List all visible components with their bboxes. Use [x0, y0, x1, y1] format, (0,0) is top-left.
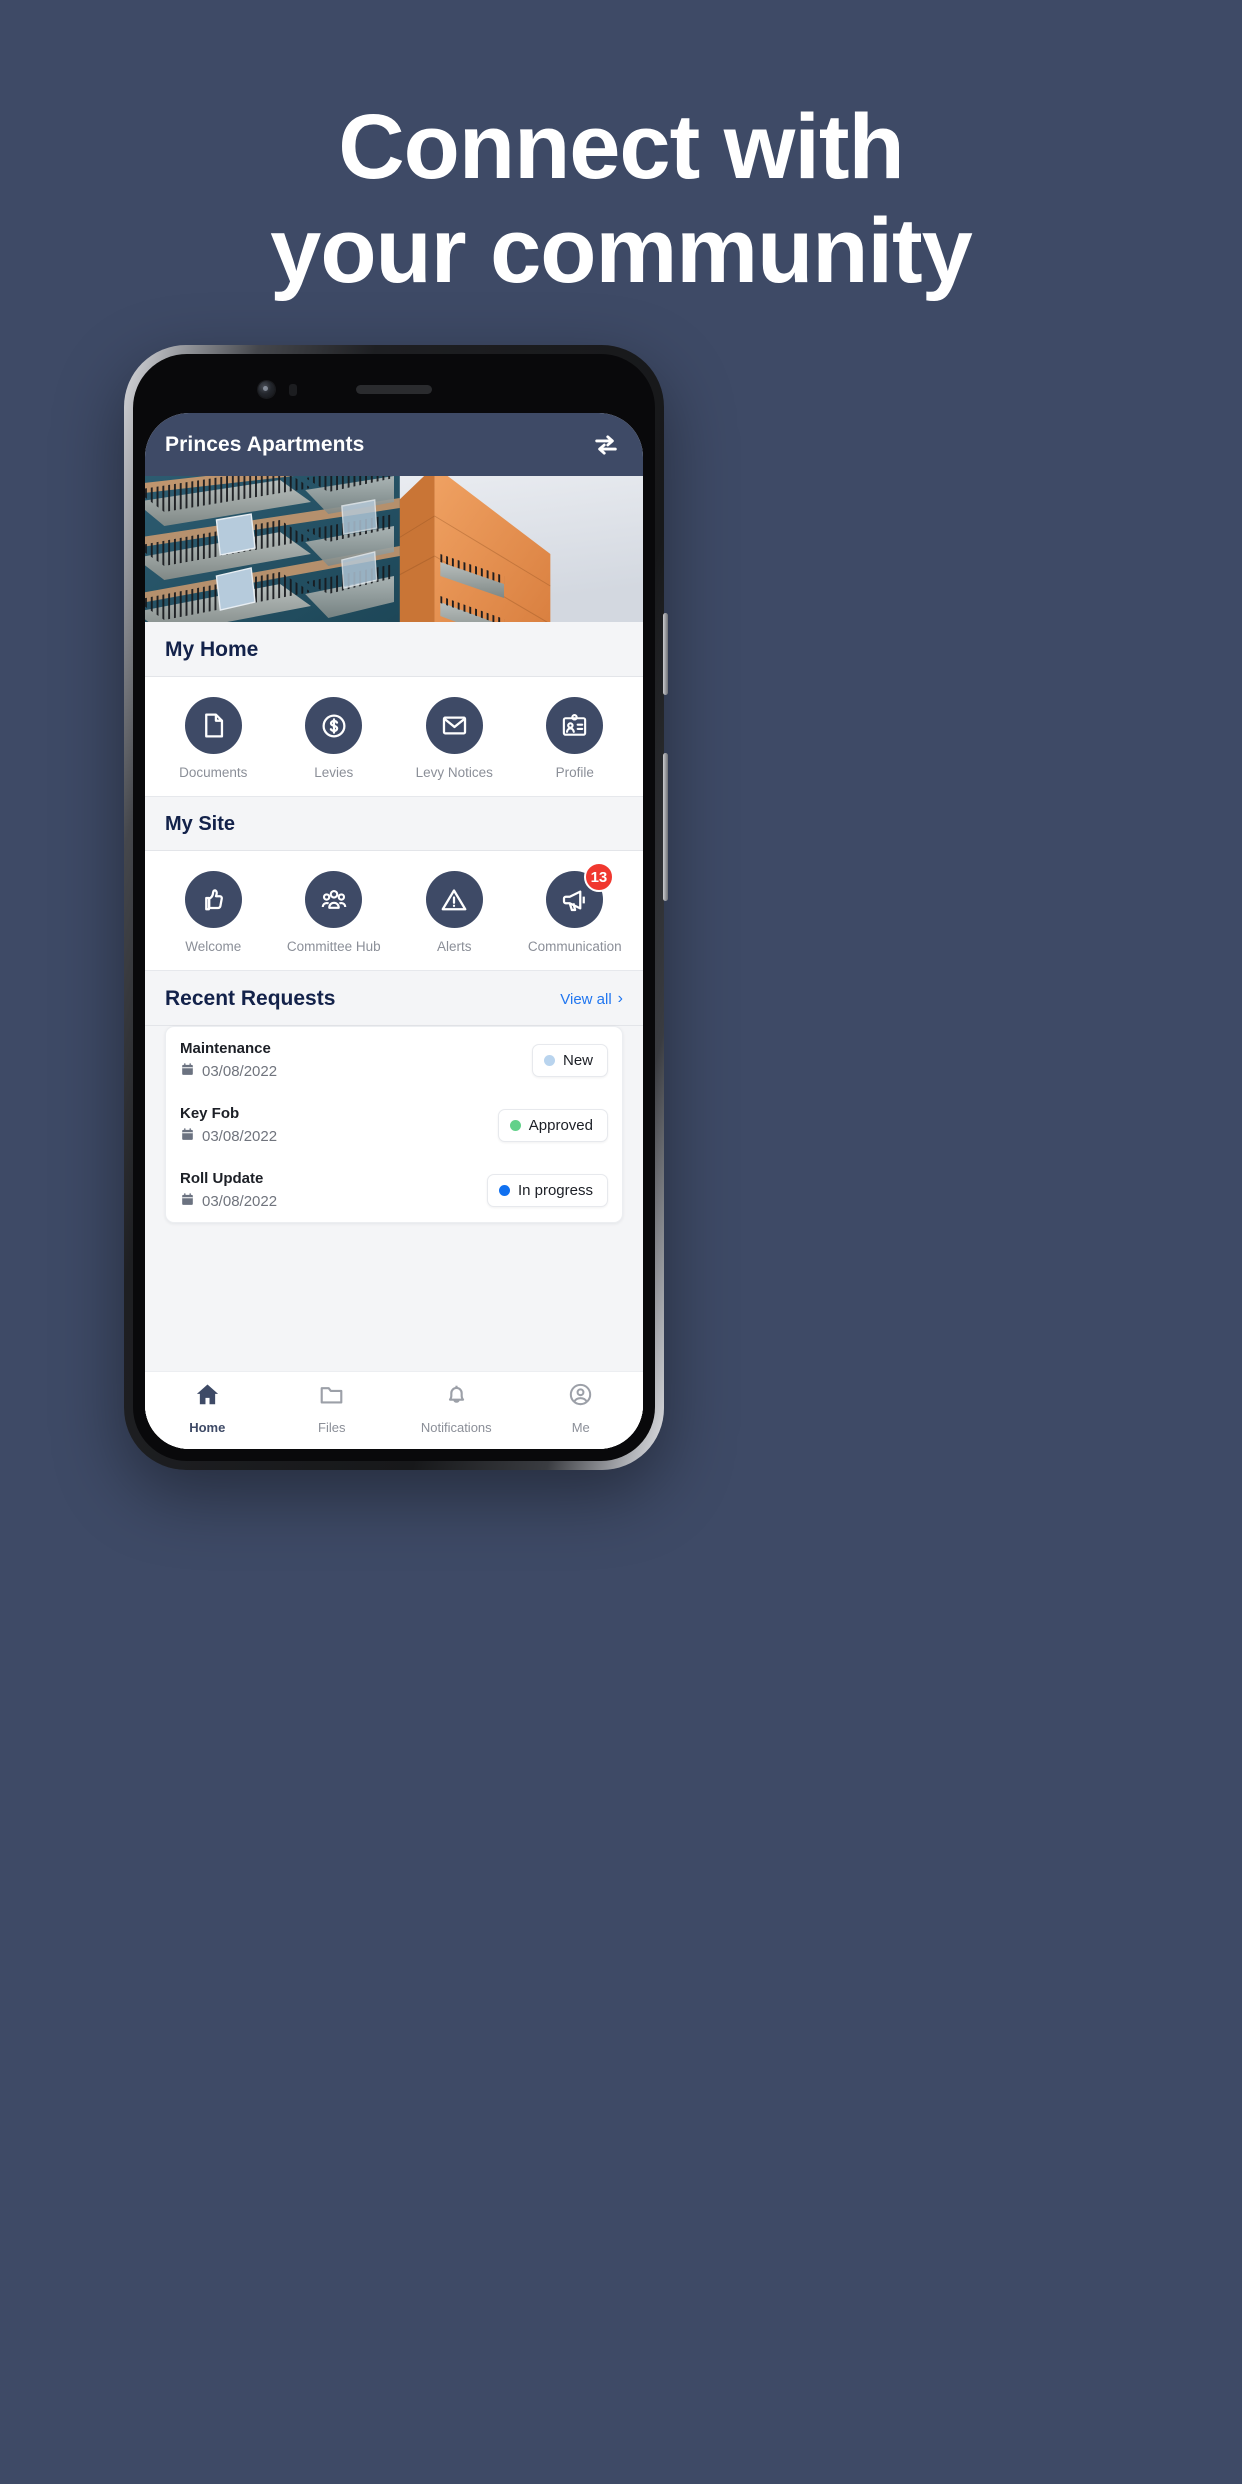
status-badge[interactable]: New: [531, 1044, 608, 1077]
proximity-sensor-icon: [289, 384, 297, 396]
people-group-icon: [305, 871, 363, 928]
nav-item-me[interactable]: Me: [519, 1381, 644, 1435]
app-header: Princes Apartments: [145, 413, 643, 476]
request-date-text: 03/08/2022: [202, 1193, 278, 1210]
warning-triangle-icon: [425, 871, 483, 928]
status-label: New: [562, 1052, 593, 1069]
dollar-coin-icon: [305, 697, 363, 754]
app-title: Princes Apartments: [165, 432, 365, 456]
power-button[interactable]: [663, 753, 668, 901]
notification-badge: 13: [583, 862, 615, 892]
tile-profile[interactable]: Profile: [515, 697, 636, 780]
nav-item-notifications[interactable]: Notifications: [394, 1381, 519, 1435]
request-title: Maintenance: [180, 1040, 271, 1057]
folder-icon: [318, 1381, 345, 1413]
recent-requests-card: Maintenance 03/08/2022 New Key Fob 03/08…: [165, 1026, 623, 1223]
promo-heading-line-1: Connect with: [338, 96, 905, 198]
section-title: My Site: [165, 813, 236, 835]
section-header-recent-requests: Recent Requests View all ›: [145, 971, 643, 1026]
calendar-icon: [180, 1192, 195, 1211]
nav-item-files[interactable]: Files: [270, 1381, 395, 1435]
tile-welcome[interactable]: Welcome: [153, 871, 274, 954]
request-row[interactable]: Roll Update 03/08/2022 In progress: [166, 1157, 622, 1222]
status-label: In progress: [517, 1182, 593, 1199]
section-title: My Home: [165, 638, 259, 661]
tile-label: Welcome: [185, 939, 242, 954]
thumbs-up-icon: [184, 871, 242, 928]
person-circle-icon: [567, 1381, 594, 1413]
request-date: 03/08/2022: [180, 1127, 277, 1146]
request-date-text: 03/08/2022: [202, 1128, 278, 1145]
status-dot: [543, 1055, 555, 1066]
nav-item-home[interactable]: Home: [145, 1381, 270, 1435]
request-date: 03/08/2022: [180, 1062, 277, 1081]
tile-levy-notices[interactable]: Levy Notices: [394, 697, 515, 780]
nav-label: Me: [571, 1419, 590, 1435]
volume-button[interactable]: [663, 613, 668, 695]
chevron-right-icon: ›: [617, 990, 623, 1007]
phone-bezel: Princes Apartments My Home Documents Lev…: [133, 354, 655, 1461]
tile-communication[interactable]: 13 Communication: [515, 862, 636, 954]
tile-alerts[interactable]: Alerts: [394, 871, 515, 954]
tile-label: Alerts: [436, 939, 472, 954]
section-header-my-site: My Site: [145, 797, 643, 851]
tile-label: Communication: [527, 939, 622, 954]
request-title: Roll Update: [180, 1170, 264, 1187]
bottom-navigation: Home Files Notifications Me: [145, 1371, 643, 1449]
promo-heading-line-2: your community: [270, 199, 973, 302]
tile-label: Committee Hub: [286, 939, 381, 954]
tile-grid-my-site: Welcome Committee Hub Alerts 13 Communic…: [145, 851, 643, 971]
tile-documents[interactable]: Documents: [153, 697, 274, 780]
front-camera-icon: [258, 381, 275, 398]
nav-label: Home: [189, 1419, 226, 1435]
tile-label: Profile: [555, 765, 594, 780]
phone-mockup: Princes Apartments My Home Documents Lev…: [124, 345, 668, 1470]
status-dot: [498, 1185, 510, 1196]
document-icon: [184, 697, 242, 754]
phone-screen: Princes Apartments My Home Documents Lev…: [145, 413, 643, 1449]
promo-heading: Connect with your community: [0, 96, 1242, 304]
calendar-icon: [180, 1127, 195, 1146]
swap-arrows-icon[interactable]: [591, 430, 621, 460]
status-dot: [509, 1120, 521, 1131]
tile-label: Levies: [314, 765, 354, 780]
status-label: Approved: [528, 1117, 593, 1134]
status-badge[interactable]: In progress: [486, 1174, 608, 1207]
envelope-icon: [425, 697, 483, 754]
home-icon: [194, 1381, 221, 1413]
request-title: Key Fob: [180, 1105, 240, 1122]
nav-label: Files: [318, 1419, 346, 1435]
hero-image: [145, 476, 643, 622]
tile-levies[interactable]: Levies: [274, 697, 395, 780]
calendar-icon: [180, 1062, 195, 1081]
view-all-label: View all: [560, 990, 612, 1008]
megaphone-icon: 13: [546, 862, 615, 928]
request-row[interactable]: Maintenance 03/08/2022 New: [166, 1027, 622, 1092]
section-header-my-home: My Home: [145, 622, 643, 677]
status-badge[interactable]: Approved: [497, 1109, 608, 1142]
section-title: Recent Requests: [165, 987, 336, 1010]
request-date-text: 03/08/2022: [202, 1063, 278, 1080]
tile-committee-hub[interactable]: Committee Hub: [274, 871, 395, 954]
tile-label: Documents: [179, 765, 248, 780]
request-row[interactable]: Key Fob 03/08/2022 Approved: [166, 1092, 622, 1157]
earpiece-speaker: [356, 385, 432, 394]
view-all-link[interactable]: View all ›: [560, 991, 623, 1008]
home-scroll-area[interactable]: My Home Documents Levies Levy Notices Pr…: [145, 622, 643, 1449]
tile-label: Levy Notices: [415, 765, 493, 780]
tile-grid-my-home: Documents Levies Levy Notices Profile: [145, 677, 643, 797]
request-date: 03/08/2022: [180, 1192, 277, 1211]
id-card-icon: [546, 697, 604, 754]
nav-label: Notifications: [420, 1419, 492, 1435]
bell-icon: [443, 1381, 470, 1413]
